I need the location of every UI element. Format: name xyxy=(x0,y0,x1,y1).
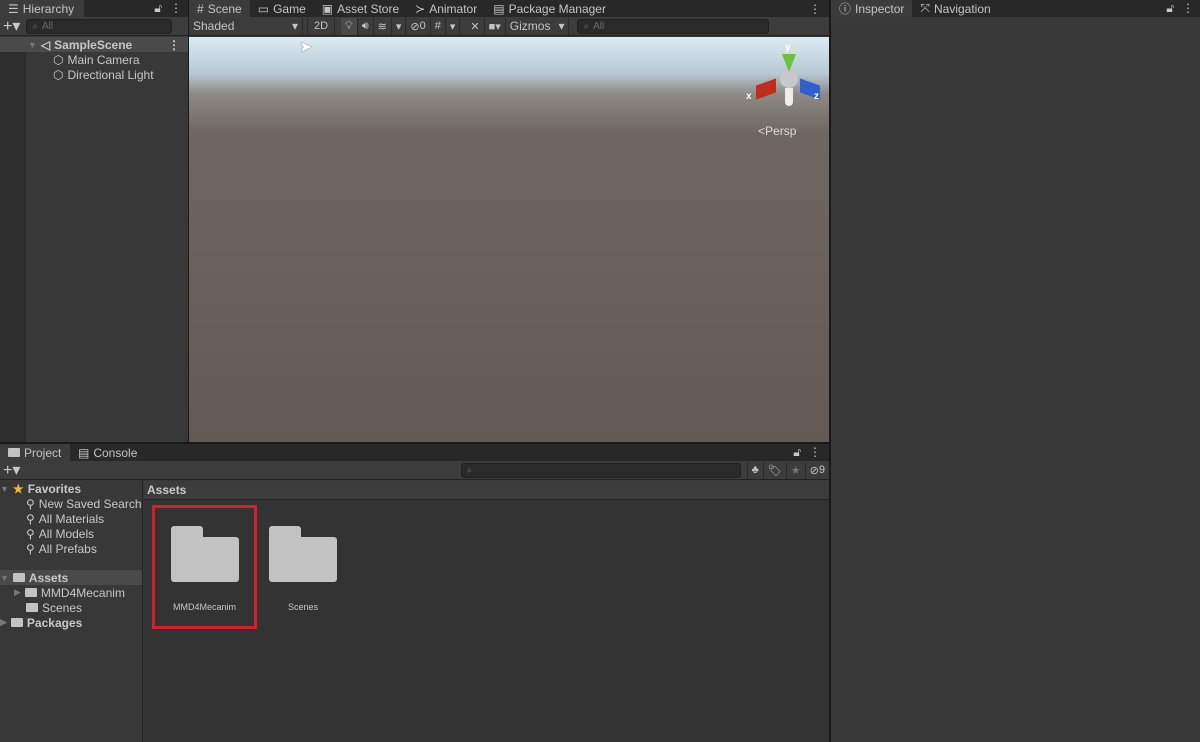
favorite-item[interactable]: ⚲ All Models xyxy=(0,526,142,541)
camera-dropdown[interactable]: ■▾ xyxy=(485,17,506,35)
search-by-label-button[interactable]: 🏷︎ xyxy=(764,461,787,479)
tab-console[interactable]: ▤ Console xyxy=(70,444,145,461)
assets-grid: Assets MMD4Mecanim Scenes xyxy=(144,481,829,742)
folder-icon xyxy=(269,526,337,582)
animator-icon: ≻ xyxy=(415,1,426,16)
eye-off-icon: ⊘ xyxy=(410,20,420,33)
gameobject-icon: ⬡ xyxy=(53,67,64,82)
gameobject-icon: ⬡ xyxy=(53,52,64,67)
folder-icon xyxy=(8,448,20,457)
star-icon: ★ xyxy=(12,481,24,496)
scene-row[interactable]: ▼ ◁ SampleScene ⋮ xyxy=(0,37,188,52)
tab-navigation[interactable]: ⤧ Navigation xyxy=(912,0,998,17)
list-icon: ☰ xyxy=(8,1,19,16)
asset-folder-mmd4mecanim[interactable]: MMD4Mecanim xyxy=(152,505,257,629)
favorite-item[interactable]: ⚲ New Saved Search xyxy=(0,496,142,511)
list-item[interactable]: ⬡ Directional Light xyxy=(53,67,154,82)
tab-animator[interactable]: ≻ Animator xyxy=(407,0,485,17)
tools-icon[interactable]: ✕ xyxy=(466,17,485,35)
favorite-star-button[interactable]: ★ xyxy=(787,461,806,479)
favorites-header[interactable]: ▼ ★ Favorites xyxy=(0,481,142,496)
scene-panel: # Scene ▭ Game ▣ Asset Store ≻ Animator ▤ Pac… xyxy=(189,0,829,442)
tab-scene[interactable]: # Scene xyxy=(189,0,250,17)
projection-label[interactable]: <Persp xyxy=(758,124,796,138)
effects-toggle[interactable]: ≋ xyxy=(374,17,392,35)
more-icon[interactable]: ⋮ xyxy=(170,1,182,16)
project-panel: Project ▤ Console 🔓︎ ⋮ +▾ ⌕ ♣ 🏷︎ ★ ⊘ 9 ▼ ★ Fa… xyxy=(0,444,829,742)
inspector-panel: ⓘ Inspector ⤧ Navigation 🔓︎ ⋮ xyxy=(831,0,1200,742)
more-icon[interactable]: ⋮ xyxy=(809,445,821,460)
tree-folder-scenes[interactable]: Scenes xyxy=(0,600,142,615)
hidden-packages-toggle[interactable]: ⊘ 9 xyxy=(806,462,829,479)
tab-game[interactable]: ▭ Game xyxy=(250,0,314,17)
folder-icon xyxy=(10,618,23,627)
project-search-input[interactable]: ⌕ xyxy=(460,462,741,478)
scene-viewport[interactable]: ➤ y x z <Persp xyxy=(189,37,829,442)
folder-icon xyxy=(170,526,239,582)
tree-folder-mmd4mecanim[interactable]: ▶ MMD4Mecanim xyxy=(0,585,142,600)
gizmos-dropdown[interactable]: Gizmos ▾ xyxy=(506,17,570,35)
asset-folder-scenes[interactable]: Scenes xyxy=(262,505,344,629)
scene-gizmo[interactable]: y x z <Persp xyxy=(744,42,824,142)
favorite-item[interactable]: ⚲ All Materials xyxy=(0,511,142,526)
tab-asset-store[interactable]: ▣ Asset Store xyxy=(314,0,407,17)
tab-hierarchy[interactable]: ☰ Hierarchy xyxy=(0,0,84,17)
cursor-icon: ➤ xyxy=(299,39,313,56)
package-icon: ▤ xyxy=(493,1,505,16)
hidden-objects-toggle[interactable]: ⊘ 0 xyxy=(406,17,431,35)
lock-icon[interactable]: 🔓︎ xyxy=(793,445,801,460)
folder-icon xyxy=(24,588,37,597)
tab-inspector[interactable]: ⓘ Inspector xyxy=(831,0,913,17)
search-by-type-button[interactable]: ♣ xyxy=(746,461,764,479)
create-button[interactable]: +▾ xyxy=(3,460,20,480)
gamepad-icon: ▭ xyxy=(257,1,270,16)
project-tree: ▼ ★ Favorites ⚲ New Saved Search ⚲ All Mater… xyxy=(0,481,143,742)
tab-project[interactable]: Project xyxy=(0,444,70,461)
effects-dropdown[interactable]: ▾ xyxy=(392,17,407,35)
console-icon: ▤ xyxy=(78,445,90,460)
bag-icon: ▣ xyxy=(321,1,334,16)
folder-open-icon xyxy=(12,573,25,582)
add-button[interactable]: +▾ xyxy=(3,16,20,36)
lock-icon[interactable]: 🔓︎ xyxy=(154,1,162,16)
search-icon: ⚲ xyxy=(26,541,35,556)
2d-toggle[interactable]: 2D xyxy=(307,17,335,35)
eye-off-icon: ⊘ xyxy=(809,464,819,477)
folder-icon xyxy=(26,603,38,612)
more-icon[interactable]: ⋮ xyxy=(809,2,829,16)
scene-search-input[interactable]: ⌕ All xyxy=(577,18,770,34)
grid-dropdown[interactable]: ▾ xyxy=(446,17,461,35)
search-icon: ⚲ xyxy=(26,526,35,541)
lighting-toggle[interactable]: 💡︎ xyxy=(341,17,358,35)
unity-scene-icon: ◁ xyxy=(40,37,51,52)
tab-package-manager[interactable]: ▤ Package Manager xyxy=(485,0,614,17)
favorite-item[interactable]: ⚲ All Prefabs xyxy=(0,541,142,556)
grid-icon: # xyxy=(197,1,204,16)
assets-folder[interactable]: ▼ Assets xyxy=(0,570,142,585)
shading-dropdown[interactable]: Shaded ▾ xyxy=(189,17,303,35)
audio-toggle[interactable]: 🔊︎ xyxy=(358,17,374,35)
more-icon[interactable]: ⋮ xyxy=(168,38,188,52)
hierarchy-search-input[interactable]: ⌕ All xyxy=(26,18,173,34)
search-icon: ⌕ xyxy=(32,20,38,32)
info-icon: ⓘ xyxy=(839,2,852,16)
lock-icon[interactable]: 🔓︎ xyxy=(1166,1,1174,16)
search-icon: ⌕ xyxy=(583,20,590,32)
search-icon: ⚲ xyxy=(26,496,35,511)
list-item[interactable]: ⬡ Main Camera xyxy=(53,52,140,67)
hierarchy-panel: ☰ Hierarchy 🔓︎ ⋮ +▾ ⌕ All ▼ ◁ SampleScene ⋮ ⬡ M… xyxy=(0,0,188,442)
search-icon: ⌕ xyxy=(466,464,473,476)
breadcrumb[interactable]: Assets xyxy=(144,481,829,500)
navigation-icon: ⤧ xyxy=(920,1,930,15)
packages-folder[interactable]: ▶ Packages xyxy=(0,615,142,630)
search-icon: ⚲ xyxy=(26,511,35,526)
more-icon[interactable]: ⋮ xyxy=(1182,1,1194,16)
grid-toggle[interactable]: # xyxy=(431,17,446,35)
